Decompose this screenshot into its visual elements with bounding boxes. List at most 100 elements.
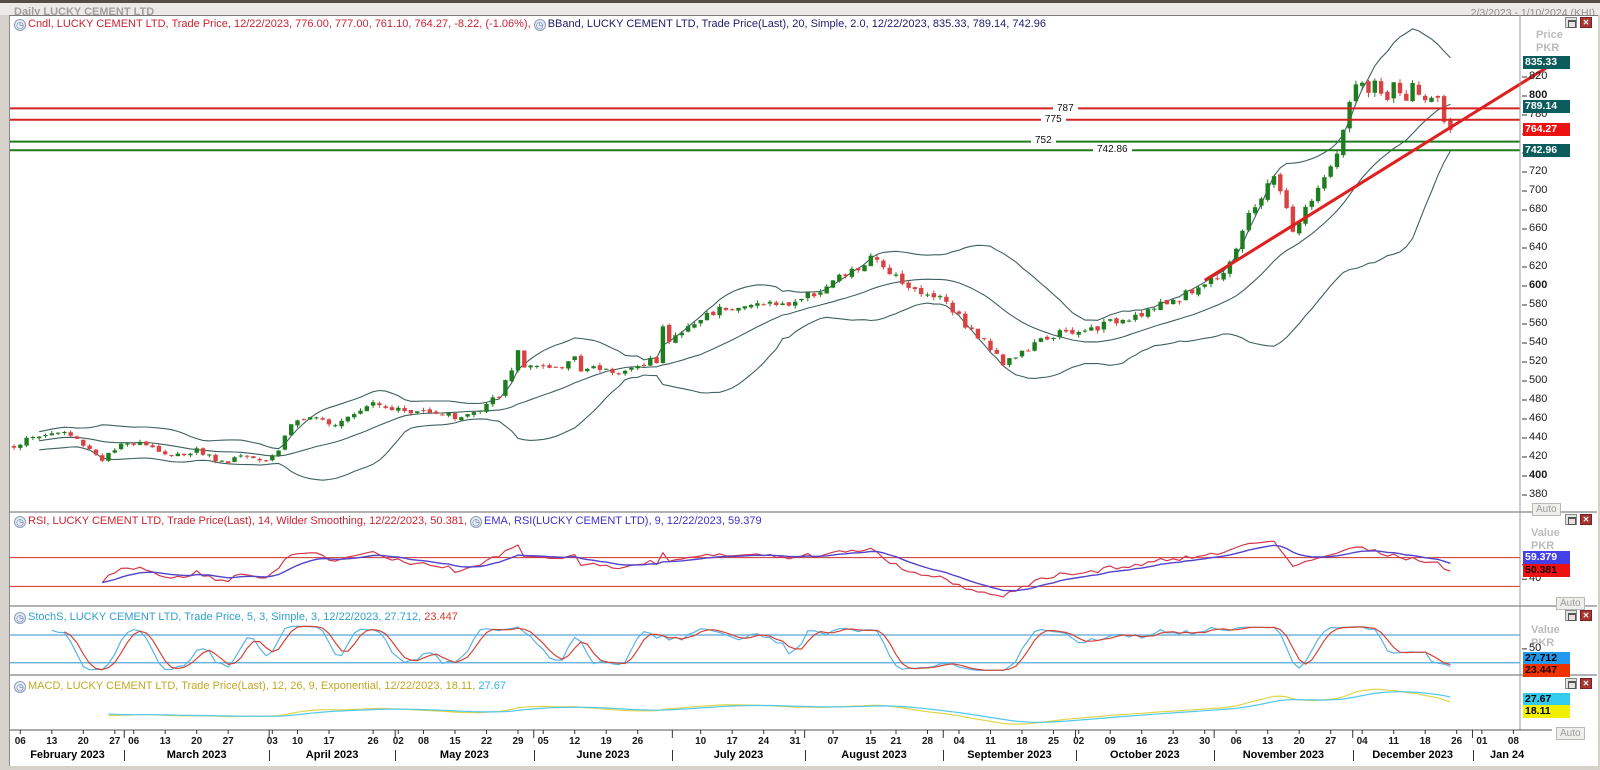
month-label: April 2023 bbox=[306, 749, 359, 761]
macd-signal-line bbox=[109, 692, 1451, 723]
price-axis-auto-button[interactable]: Auto bbox=[1532, 503, 1561, 516]
month-separator bbox=[269, 750, 270, 761]
price-tick-label: 720 bbox=[1529, 165, 1547, 177]
stoch-k-line bbox=[52, 626, 1451, 670]
restore-icon[interactable] bbox=[1565, 678, 1577, 689]
price-tick-label: 380 bbox=[1529, 488, 1547, 500]
day-tick-label: 26 bbox=[368, 736, 379, 747]
month-label: September 2023 bbox=[967, 749, 1051, 761]
month-separator bbox=[943, 750, 944, 761]
rsi-value-tag: 50.381 bbox=[1523, 564, 1570, 577]
day-tick-label: 20 bbox=[1294, 736, 1305, 747]
day-tick-label: 17 bbox=[727, 736, 738, 747]
close-icon[interactable]: ✕ bbox=[1580, 514, 1592, 525]
month-separator bbox=[534, 750, 535, 761]
macd-legend-text: MACD, LUCKY CEMENT LTD, Trade Price(Last… bbox=[28, 680, 478, 692]
rsi-axis-auto-button[interactable]: Auto bbox=[1556, 597, 1585, 610]
day-tick-label: 28 bbox=[922, 736, 933, 747]
day-tick-label: 13 bbox=[1262, 736, 1273, 747]
clock-icon: ◷ bbox=[14, 681, 26, 693]
price-tick-label: 500 bbox=[1529, 374, 1547, 386]
rsi-legend-text: RSI, LUCKY CEMENT LTD, Trade Price(Last)… bbox=[28, 515, 470, 527]
day-tick-label: 26 bbox=[632, 736, 643, 747]
restore-icon[interactable] bbox=[1565, 610, 1577, 621]
stoch-d-value-tag: 23.447 bbox=[1523, 664, 1570, 677]
support-level-label-742.86[interactable]: 742.86 bbox=[1093, 144, 1132, 155]
day-tick-label: 10 bbox=[292, 736, 303, 747]
price-panel-legend[interactable]: ◷Cndl, LUCKY CEMENT LTD, Trade Price, 12… bbox=[14, 18, 1046, 31]
day-tick-label: 05 bbox=[538, 736, 549, 747]
clock-icon: ◷ bbox=[14, 612, 26, 624]
month-separator bbox=[395, 750, 396, 761]
stoch-legend-text: StochS, LUCKY CEMENT LTD, Trade Price, 5… bbox=[28, 611, 424, 623]
clock-icon: ◷ bbox=[14, 19, 26, 31]
close-icon[interactable]: ✕ bbox=[1580, 678, 1592, 689]
day-tick-label: 24 bbox=[758, 736, 769, 747]
day-tick-label: 29 bbox=[512, 736, 523, 747]
price-tick-label: 420 bbox=[1529, 450, 1547, 462]
support-level-label-752[interactable]: 752 bbox=[1031, 135, 1056, 146]
day-tick-label: 02 bbox=[393, 736, 404, 747]
price-tick-label: 820 bbox=[1529, 70, 1547, 82]
month-separator bbox=[672, 750, 673, 761]
day-tick-label: 12 bbox=[569, 736, 580, 747]
macd-signal-legend-text: 27.67 bbox=[478, 680, 506, 692]
price-tick-label: 400 bbox=[1529, 469, 1547, 481]
macd-panel-controls: ✕ bbox=[1565, 678, 1595, 690]
rsi-panel-legend[interactable]: ◷RSI, LUCKY CEMENT LTD, Trade Price(Last… bbox=[14, 515, 762, 528]
macd-value-tag: 18.11 bbox=[1523, 705, 1570, 718]
bband-middle-price-tag: 789.14 bbox=[1523, 100, 1570, 113]
price-tick-label: 540 bbox=[1529, 336, 1547, 348]
price-tick-label: 520 bbox=[1529, 355, 1547, 367]
day-tick-label: 22 bbox=[481, 736, 492, 747]
day-tick-label: 08 bbox=[1508, 736, 1519, 747]
stoch-axis-title: Value bbox=[1531, 624, 1600, 636]
rsi-ema-line bbox=[102, 545, 1450, 590]
chart-canvas[interactable] bbox=[0, 0, 1600, 770]
month-label: November 2023 bbox=[1243, 749, 1324, 761]
price-axis-currency: PKR bbox=[1536, 42, 1600, 54]
day-tick-label: 13 bbox=[46, 736, 57, 747]
day-tick-label: 11 bbox=[985, 736, 996, 747]
close-icon[interactable]: ✕ bbox=[1580, 610, 1592, 621]
month-label: Jan 24 bbox=[1490, 749, 1524, 761]
stoch-axis-currency: PKR bbox=[1531, 637, 1600, 649]
resistance-level-label-787[interactable]: 787 bbox=[1053, 103, 1078, 114]
month-label: October 2023 bbox=[1110, 749, 1180, 761]
day-tick-label: 19 bbox=[601, 736, 612, 747]
price-tick-label: 460 bbox=[1529, 412, 1547, 424]
price-tick-label: 440 bbox=[1529, 431, 1547, 443]
resistance-level-label-775[interactable]: 775 bbox=[1041, 114, 1066, 125]
stoch-d-legend-text: 23.447 bbox=[424, 611, 458, 623]
window-bottom-edge bbox=[0, 766, 1600, 770]
bollinger-middle-line bbox=[39, 104, 1450, 456]
stoch-panel-legend[interactable]: ◷StochS, LUCKY CEMENT LTD, Trade Price, … bbox=[14, 611, 458, 624]
macd-panel-legend[interactable]: ◷MACD, LUCKY CEMENT LTD, Trade Price(Las… bbox=[14, 680, 506, 693]
date-axis-auto-button[interactable]: Auto bbox=[1556, 727, 1585, 740]
rsi-ema-legend-text: EMA, RSI(LUCKY CEMENT LTD), 9, 12/22/202… bbox=[484, 515, 762, 527]
day-tick-label: 21 bbox=[890, 736, 901, 747]
price-axis-title: Price bbox=[1536, 29, 1600, 41]
day-tick-label: 07 bbox=[827, 736, 838, 747]
restore-icon[interactable] bbox=[1565, 17, 1577, 28]
day-tick-label: 10 bbox=[695, 736, 706, 747]
month-separator bbox=[805, 750, 806, 761]
month-separator bbox=[1473, 750, 1474, 761]
month-label: February 2023 bbox=[30, 749, 105, 761]
restore-icon[interactable] bbox=[1565, 514, 1577, 525]
day-tick-label: 04 bbox=[1357, 736, 1368, 747]
day-tick-label: 04 bbox=[953, 736, 964, 747]
down-candle-bodies bbox=[12, 81, 1453, 463]
day-tick-label: 25 bbox=[1048, 736, 1059, 747]
price-tick-label: 580 bbox=[1529, 298, 1547, 310]
bollinger-lower-line bbox=[39, 151, 1450, 480]
close-icon[interactable]: ✕ bbox=[1580, 17, 1592, 28]
price-tick-label: 680 bbox=[1529, 203, 1547, 215]
day-tick-label: 06 bbox=[1231, 736, 1242, 747]
day-tick-label: 01 bbox=[1476, 736, 1487, 747]
price-tick-label: 480 bbox=[1529, 393, 1547, 405]
month-label: June 2023 bbox=[576, 749, 629, 761]
bollinger-upper-line bbox=[39, 29, 1450, 449]
price-tick-label: 660 bbox=[1529, 222, 1547, 234]
day-tick-label: 08 bbox=[418, 736, 429, 747]
